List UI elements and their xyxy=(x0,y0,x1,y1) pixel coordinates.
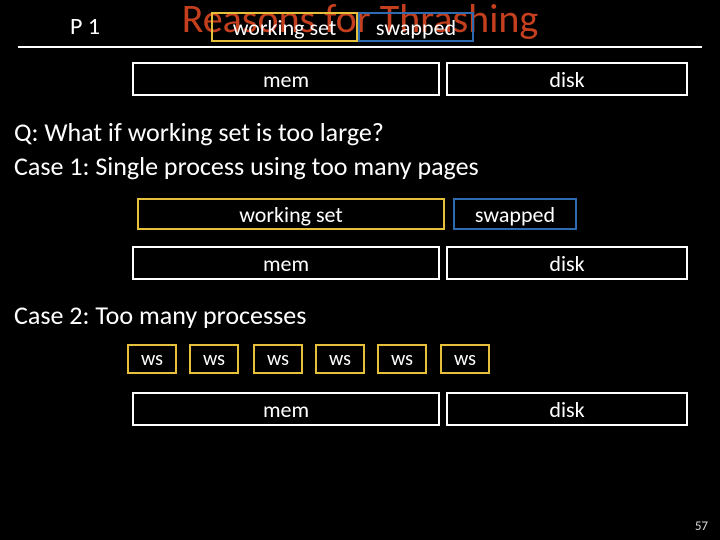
title-underline xyxy=(18,46,702,48)
working-set-box-top: working set xyxy=(211,12,358,42)
disk-box-case2: disk xyxy=(446,392,688,426)
disk-box-case1: disk xyxy=(446,246,688,280)
ws-box-4: ws xyxy=(315,344,365,374)
mem-box-top: mem xyxy=(132,62,440,96)
swapped-box-top: swapped xyxy=(358,12,474,42)
ws-box-2: ws xyxy=(189,344,239,374)
mem-box-case2: mem xyxy=(132,392,440,426)
ws-box-1: ws xyxy=(127,344,177,374)
working-set-box-case1: working set xyxy=(137,198,445,230)
ws-box-3: ws xyxy=(253,344,303,374)
ws-box-6: ws xyxy=(440,344,490,374)
question-text: Q: What if working set is too large? xyxy=(14,116,384,148)
mem-box-case1: mem xyxy=(132,246,440,280)
swapped-box-case1: swapped xyxy=(453,198,577,230)
disk-box-top: disk xyxy=(446,62,688,96)
ws-box-5: ws xyxy=(377,344,427,374)
slide-number: 57 xyxy=(695,519,708,534)
case1-text: Case 1: Single process using too many pa… xyxy=(14,150,479,182)
case2-text: Case 2: Too many processes xyxy=(14,299,306,331)
